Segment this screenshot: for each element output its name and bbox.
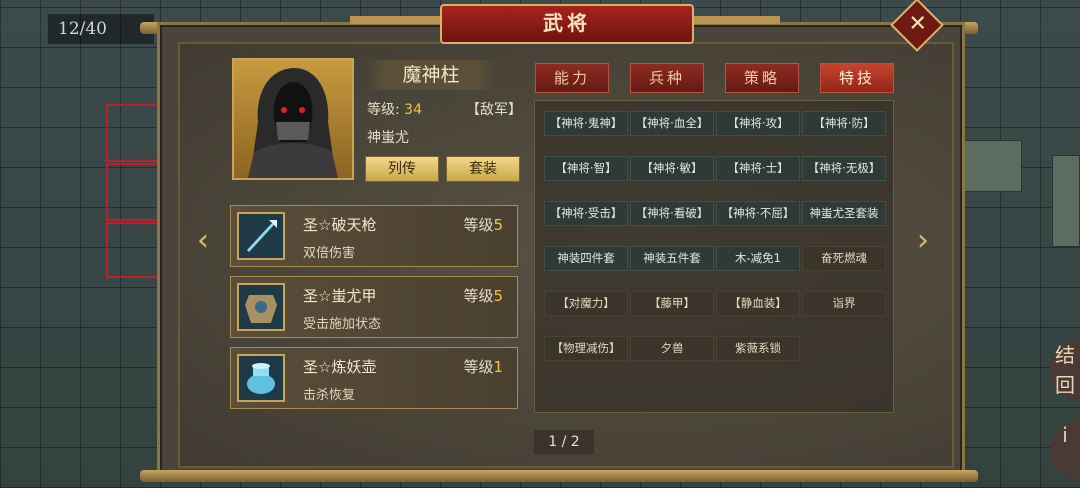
map-selection-tile	[106, 222, 164, 278]
skill-chip[interactable]: 【对魔力】	[544, 291, 628, 316]
item-description: 受击施加状态	[303, 317, 382, 332]
map-selection-tile	[106, 163, 164, 221]
skill-chip[interactable]: 紫薇系锁	[716, 336, 800, 361]
item-level-value: 5	[493, 216, 503, 234]
next-general-button[interactable]: ›	[912, 226, 934, 256]
tab-troops[interactable]: 兵种	[630, 63, 704, 93]
item-level-label: 等级	[463, 216, 494, 234]
faction-tag: 【敌军】	[466, 102, 522, 118]
item-level-label: 等级	[463, 287, 494, 305]
close-icon: ✕	[908, 11, 927, 37]
skill-chip[interactable]: 神装五件套	[630, 246, 714, 271]
chevron-right-icon: ›	[917, 223, 929, 258]
skill-list: 【神将·鬼神】 【神将·血全】 【神将·攻】 【神将·防】 【神将·智】 【神将…	[534, 100, 894, 413]
prev-general-button[interactable]: ‹	[192, 226, 214, 256]
skill-chip[interactable]: 【神将·敏】	[630, 156, 714, 181]
map-building	[960, 140, 1022, 192]
skill-chip[interactable]: 神蚩尤圣套装	[802, 201, 886, 226]
item-description: 击杀恢复	[303, 388, 356, 403]
item-level-label: 等级	[463, 358, 494, 376]
equipment-item[interactable]: 圣☆蚩尤甲 等级5 受击施加状态	[230, 276, 518, 338]
skill-chip[interactable]: 诣界	[802, 291, 886, 316]
skill-chip[interactable]: 【神将·不屈】	[716, 201, 800, 226]
skill-chip[interactable]: 【静血装】	[716, 291, 800, 316]
hero-type: 神蚩尤	[367, 130, 409, 146]
equipment-item[interactable]: 圣☆破天枪 等级5 双倍伤害	[230, 205, 518, 267]
level-label: 等级:	[367, 102, 400, 118]
skill-chip[interactable]: 【神将·血全】	[630, 111, 714, 136]
turn-counter: 12/40	[48, 14, 154, 44]
panel-bottom-rail	[140, 470, 978, 482]
pot-icon	[237, 354, 285, 402]
title-ornament-right	[690, 16, 780, 24]
skill-chip[interactable]: 夕兽	[630, 336, 714, 361]
tab-ability[interactable]: 能力	[535, 63, 609, 93]
page-indicator: 1 / 2	[534, 430, 594, 454]
window-title: 武将	[440, 4, 694, 44]
skill-chip[interactable]: 木-减免1	[716, 246, 800, 271]
general-level: 等级: 34	[367, 99, 422, 119]
title-ornament-left	[350, 16, 440, 24]
item-level: 等级1	[463, 356, 503, 377]
skill-chip[interactable]: 【神将·鬼神】	[544, 111, 628, 136]
general-name: 魔神柱	[365, 60, 497, 90]
skill-chip[interactable]: 【神将·士】	[716, 156, 800, 181]
skill-chip[interactable]: 奋死燃魂	[802, 246, 886, 271]
general-portrait	[232, 58, 354, 180]
equipment-item[interactable]: 圣☆炼妖壶 等级1 击杀恢复	[230, 347, 518, 409]
skill-chip[interactable]: 神装四件套	[544, 246, 628, 271]
chevron-left-icon: ‹	[197, 223, 209, 258]
equipment-set-button[interactable]: 套装	[446, 156, 520, 182]
item-level: 等级5	[463, 214, 503, 235]
item-level: 等级5	[463, 285, 503, 306]
item-name: 圣☆破天枪	[303, 216, 377, 234]
skill-chip[interactable]: 【神将·受击】	[544, 201, 628, 226]
skill-chip[interactable]: 【神将·看破】	[630, 201, 714, 226]
skill-chip[interactable]: 【神将·防】	[802, 111, 886, 136]
skill-chip[interactable]: 【神将·智】	[544, 156, 628, 181]
armor-icon	[237, 283, 285, 331]
map-selection-tile	[106, 104, 164, 162]
hooded-figure-icon	[248, 68, 338, 178]
item-name: 圣☆炼妖壶	[303, 358, 377, 376]
item-name: 圣☆蚩尤甲	[303, 287, 377, 305]
level-value: 34	[404, 102, 422, 118]
map-building	[1052, 155, 1080, 247]
spear-icon	[237, 212, 285, 260]
skill-chip[interactable]: 【神将·攻】	[716, 111, 800, 136]
skill-chip[interactable]: 【神将·无极】	[802, 156, 886, 181]
item-level-value: 1	[493, 358, 503, 376]
skill-chip[interactable]: 【物理减伤】	[544, 336, 628, 361]
tab-strategy[interactable]: 策略	[725, 63, 799, 93]
tab-skills[interactable]: 特技	[820, 63, 894, 93]
side-menu-label: 结 回	[1055, 343, 1075, 397]
skill-chip[interactable]: 【藤甲】	[630, 291, 714, 316]
biography-button[interactable]: 列传	[365, 156, 439, 182]
item-level-value: 5	[493, 287, 503, 305]
side-menu-button[interactable]: 结 回	[1050, 340, 1080, 400]
item-description: 双倍伤害	[303, 246, 356, 261]
